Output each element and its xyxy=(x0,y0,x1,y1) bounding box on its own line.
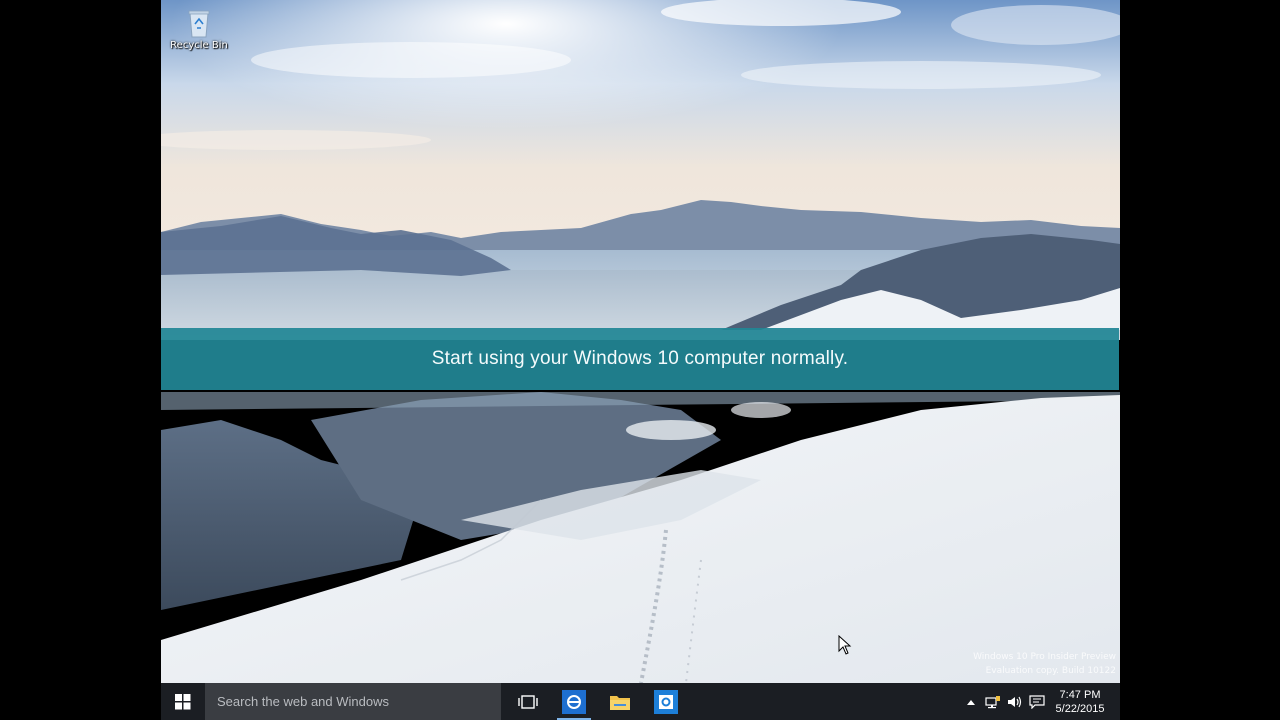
start-button[interactable] xyxy=(161,683,205,720)
recycle-bin-shortcut[interactable]: Recycle Bin xyxy=(167,8,231,51)
desktop-screen: Recycle Bin Start using your Windows 10 … xyxy=(161,0,1120,720)
chevron-up-icon xyxy=(967,699,975,705)
recycle-bin-label: Recycle Bin xyxy=(170,40,228,51)
internet-explorer-icon xyxy=(562,689,586,714)
mouse-cursor-icon xyxy=(838,635,852,655)
caption-text: Start using your Windows 10 computer nor… xyxy=(431,348,849,369)
volume-button[interactable] xyxy=(1004,683,1026,720)
caption-banner: Start using your Windows 10 computer nor… xyxy=(161,328,1119,390)
clock[interactable]: 7:47 PM 5/22/2015 xyxy=(1048,688,1112,716)
search-input[interactable]: Search the web and Windows xyxy=(205,683,501,720)
clock-time: 7:47 PM xyxy=(1059,688,1101,701)
taskbar-app-internet-explorer[interactable] xyxy=(551,683,597,720)
clock-date: 5/22/2015 xyxy=(1055,702,1105,715)
windows-logo-icon xyxy=(175,693,191,709)
watermark-line-1: Windows 10 Pro Insider Preview xyxy=(973,652,1116,662)
system-tray: 7:47 PM 5/22/2015 xyxy=(960,683,1120,720)
recycle-bin-icon xyxy=(188,10,210,38)
action-center-button[interactable] xyxy=(1026,683,1048,720)
taskbar-app-file-explorer[interactable] xyxy=(597,683,643,720)
taskbar-app-outlook[interactable] xyxy=(643,683,689,720)
watermark-line-2: Evaluation copy. Build 10122 xyxy=(985,666,1116,676)
task-view-button[interactable] xyxy=(505,683,551,720)
task-view-icon xyxy=(518,694,538,709)
folder-icon xyxy=(610,695,630,710)
speaker-icon xyxy=(1008,696,1022,707)
taskbar: Search the web and Windows 7:47 PM 5/22/… xyxy=(161,683,1120,720)
network-icon xyxy=(985,695,1000,708)
notification-icon xyxy=(1029,694,1045,709)
show-hidden-icons-button[interactable] xyxy=(960,683,982,720)
outlook-icon xyxy=(654,689,678,714)
network-button[interactable] xyxy=(982,683,1004,720)
os-watermark: Windows 10 Pro Insider Preview Evaluatio… xyxy=(973,650,1116,678)
search-placeholder: Search the web and Windows xyxy=(217,694,389,709)
